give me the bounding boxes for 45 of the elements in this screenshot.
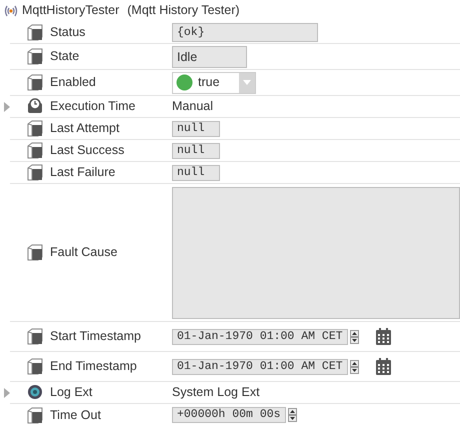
timestamp-field[interactable]: 01-Jan-1970 01:00 AM CET [172,358,348,374]
spinner-icon[interactable] [350,360,359,374]
property-label: Fault Cause [50,244,118,262]
property-label: End Timestamp [50,358,137,376]
property-label: Enabled [50,74,96,92]
cube-icon [27,406,43,424]
timestamp-field[interactable]: 01-Jan-1970 01:00 AM CET [172,328,348,344]
cube-icon [27,24,43,40]
calendar-icon[interactable] [376,328,391,345]
property-label: Execution Time [50,98,136,116]
duration-field[interactable]: +00000h 00m 00s [172,407,286,423]
null-field[interactable]: null [172,120,220,136]
cube-icon [27,328,43,345]
property-label: Status [50,24,86,41]
calendar-icon[interactable] [376,358,391,375]
component-display-name: (Mqtt History Tester) [127,2,240,20]
property-value: Manual [172,98,213,116]
property-label: Last Success [50,142,124,160]
cube-icon [27,358,43,375]
cube-icon [27,142,43,159]
cube-icon [27,164,43,181]
cube-icon [27,120,43,137]
signal-icon [4,4,18,16]
caret-icon [243,80,251,85]
null-field[interactable]: null [172,142,220,158]
status-dot-icon [176,74,193,91]
clock-icon [27,98,43,115]
dropdown-value: true [198,74,220,92]
enabled-dropdown[interactable]: true [172,72,256,94]
property-label: Time Out [50,406,101,424]
cube-icon [27,244,43,261]
property-label: State [50,48,80,66]
property-label: Last Failure [50,164,116,182]
property-label: Last Attempt [50,120,120,138]
component-name: MqttHistoryTester [22,2,120,20]
null-field[interactable]: null [172,164,220,180]
cube-icon [27,48,43,65]
property-label: Start Timestamp [50,328,141,346]
property-label: Log Ext [50,384,92,402]
cube-icon [27,74,43,91]
spinner-icon[interactable] [288,408,297,422]
state-field[interactable]: Idle [172,46,247,68]
spinner-icon[interactable] [350,330,359,344]
property-value: System Log Ext [172,384,260,402]
status-field[interactable]: {ok} [172,22,318,42]
